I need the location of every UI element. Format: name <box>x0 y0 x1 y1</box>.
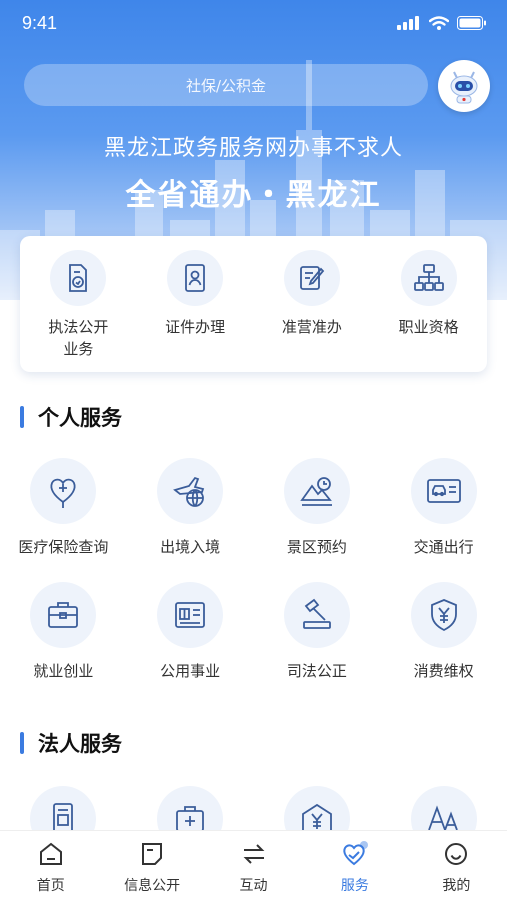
section-title: 法人服务 <box>38 732 122 756</box>
yuan-shield-icon <box>430 599 457 632</box>
bottom-tab-bar: 首页 信息公开 互动 服务 我的 <box>0 830 507 900</box>
quick-item-law-enforcement[interactable]: 执法公开业务 <box>20 236 137 372</box>
service-label: 消费维权 <box>413 662 474 680</box>
tab-services[interactable]: 服务 <box>304 831 405 900</box>
personal-services-header: 个人服务 <box>20 402 122 432</box>
tab-interaction[interactable]: 互动 <box>203 831 304 900</box>
quick-label: 执法公开业务 <box>48 318 109 358</box>
corporate-services-header: 法人服务 <box>20 728 122 758</box>
utility-card-icon <box>175 602 206 628</box>
quick-label: 证件办理 <box>165 318 226 336</box>
search-placeholder: 社保/公积金 <box>185 76 267 95</box>
status-icons <box>397 16 487 30</box>
pen-form-icon <box>299 266 325 290</box>
banner-slogan: 黑龙江政务服务网办事不求人 <box>103 136 403 161</box>
service-label: 医疗保险查询 <box>18 538 109 556</box>
robot-assistant-avatar[interactable] <box>438 60 490 112</box>
status-time: 9:41 <box>22 13 58 33</box>
tab-info-disclosure[interactable]: 信息公开 <box>101 831 202 900</box>
medical-heart-icon <box>50 478 76 508</box>
briefcase-icon <box>48 602 79 628</box>
service-label: 公用事业 <box>160 662 221 680</box>
quick-label: 准营准办 <box>281 318 342 336</box>
battery-icon <box>457 16 486 30</box>
service-justice[interactable]: 司法公正 <box>254 582 381 706</box>
document-badge-icon <box>69 264 88 292</box>
personal-services-grid: 医疗保险查询 出境入境 景区预约 交通出行 就业创业 公用事业 司法公正 消费维… <box>0 458 507 706</box>
service-exit-entry[interactable]: 出境入境 <box>127 458 254 582</box>
service-label: 交通出行 <box>413 538 474 556</box>
tab-home[interactable]: 首页 <box>0 831 101 900</box>
search-bar[interactable]: 社保/公积金 <box>24 64 428 106</box>
quick-services-card: 执法公开业务 证件办理 准营准办 职业资格 <box>20 236 487 372</box>
tab-label: 信息公开 <box>124 878 181 894</box>
car-card-icon <box>426 479 461 503</box>
wifi-icon <box>429 16 449 30</box>
service-label: 就业创业 <box>33 662 94 680</box>
tab-label: 首页 <box>36 878 65 894</box>
section-accent-bar <box>20 732 24 754</box>
robot-icon <box>450 71 478 104</box>
status-bar: 9:41 <box>0 0 507 48</box>
tab-label: 我的 <box>442 878 471 894</box>
gavel-icon <box>302 598 331 629</box>
airplane-globe-icon <box>173 476 205 507</box>
signal-icon <box>397 16 419 30</box>
service-label: 司法公正 <box>286 662 347 680</box>
tab-label: 互动 <box>239 878 268 894</box>
tab-label: 服务 <box>340 878 369 894</box>
tab-profile[interactable]: 我的 <box>406 831 507 900</box>
service-utilities[interactable]: 公用事业 <box>127 582 254 706</box>
service-employment[interactable]: 就业创业 <box>0 582 127 706</box>
org-chart-icon <box>413 264 444 291</box>
quick-item-business-permit[interactable]: 准营准办 <box>254 236 371 372</box>
service-transport[interactable]: 交通出行 <box>380 458 507 582</box>
home-icon <box>39 842 62 865</box>
service-label: 景区预约 <box>286 538 347 556</box>
quick-item-certificates[interactable]: 证件办理 <box>137 236 254 372</box>
service-label: 出境入境 <box>160 538 221 556</box>
quick-item-qualification[interactable]: 职业资格 <box>370 236 487 372</box>
service-consumer-rights[interactable]: 消费维权 <box>380 582 507 706</box>
service-medical-insurance[interactable]: 医疗保险查询 <box>0 458 127 582</box>
section-title: 个人服务 <box>38 406 122 430</box>
quick-label: 职业资格 <box>398 318 459 336</box>
info-doc-icon <box>142 843 163 865</box>
exchange-icon <box>243 844 264 864</box>
mountain-clock-icon <box>300 477 332 506</box>
profile-icon <box>445 843 468 865</box>
banner-headline: 全省通办・黑龙江 <box>125 178 382 213</box>
service-scenic-booking[interactable]: 景区预约 <box>254 458 381 582</box>
section-accent-bar <box>20 406 24 428</box>
service-heart-icon <box>343 841 368 866</box>
id-card-icon <box>185 264 206 292</box>
